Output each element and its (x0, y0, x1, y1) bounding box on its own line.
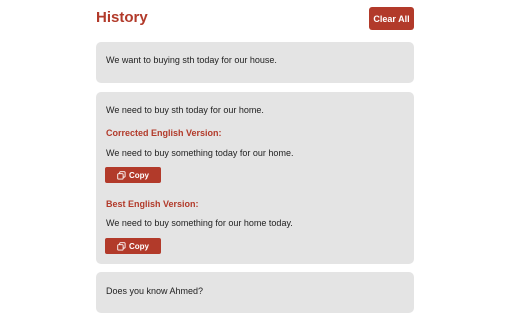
copy-best-button[interactable]: Copy (105, 238, 161, 254)
history-item-expanded: We need to buy sth today for our home. C… (96, 92, 414, 264)
history-page: History Clear All We want to buying sth … (0, 0, 512, 320)
history-item: Does you know Ahmed? (96, 272, 414, 313)
history-item-input: We want to buying sth today for our hous… (106, 55, 277, 65)
copy-button-label: Copy (129, 241, 149, 251)
clear-all-button[interactable]: Clear All (369, 7, 414, 30)
page-title: History (96, 9, 148, 26)
history-header: History Clear All (96, 6, 414, 32)
copy-corrected-button[interactable]: Copy (105, 167, 161, 183)
corrected-version-text: We need to buy something today for our h… (106, 148, 294, 158)
best-version-text: We need to buy something for our home to… (106, 218, 293, 228)
history-item: We want to buying sth today for our hous… (96, 42, 414, 83)
history-item-input: We need to buy sth today for our home. (106, 105, 264, 115)
history-item-input: Does you know Ahmed? (106, 286, 204, 296)
copy-icon (117, 241, 126, 251)
corrected-version-label: Corrected English Version: (106, 128, 222, 138)
copy-icon (117, 170, 126, 180)
best-version-label: Best English Version: (106, 199, 199, 209)
copy-button-label: Copy (129, 170, 149, 180)
